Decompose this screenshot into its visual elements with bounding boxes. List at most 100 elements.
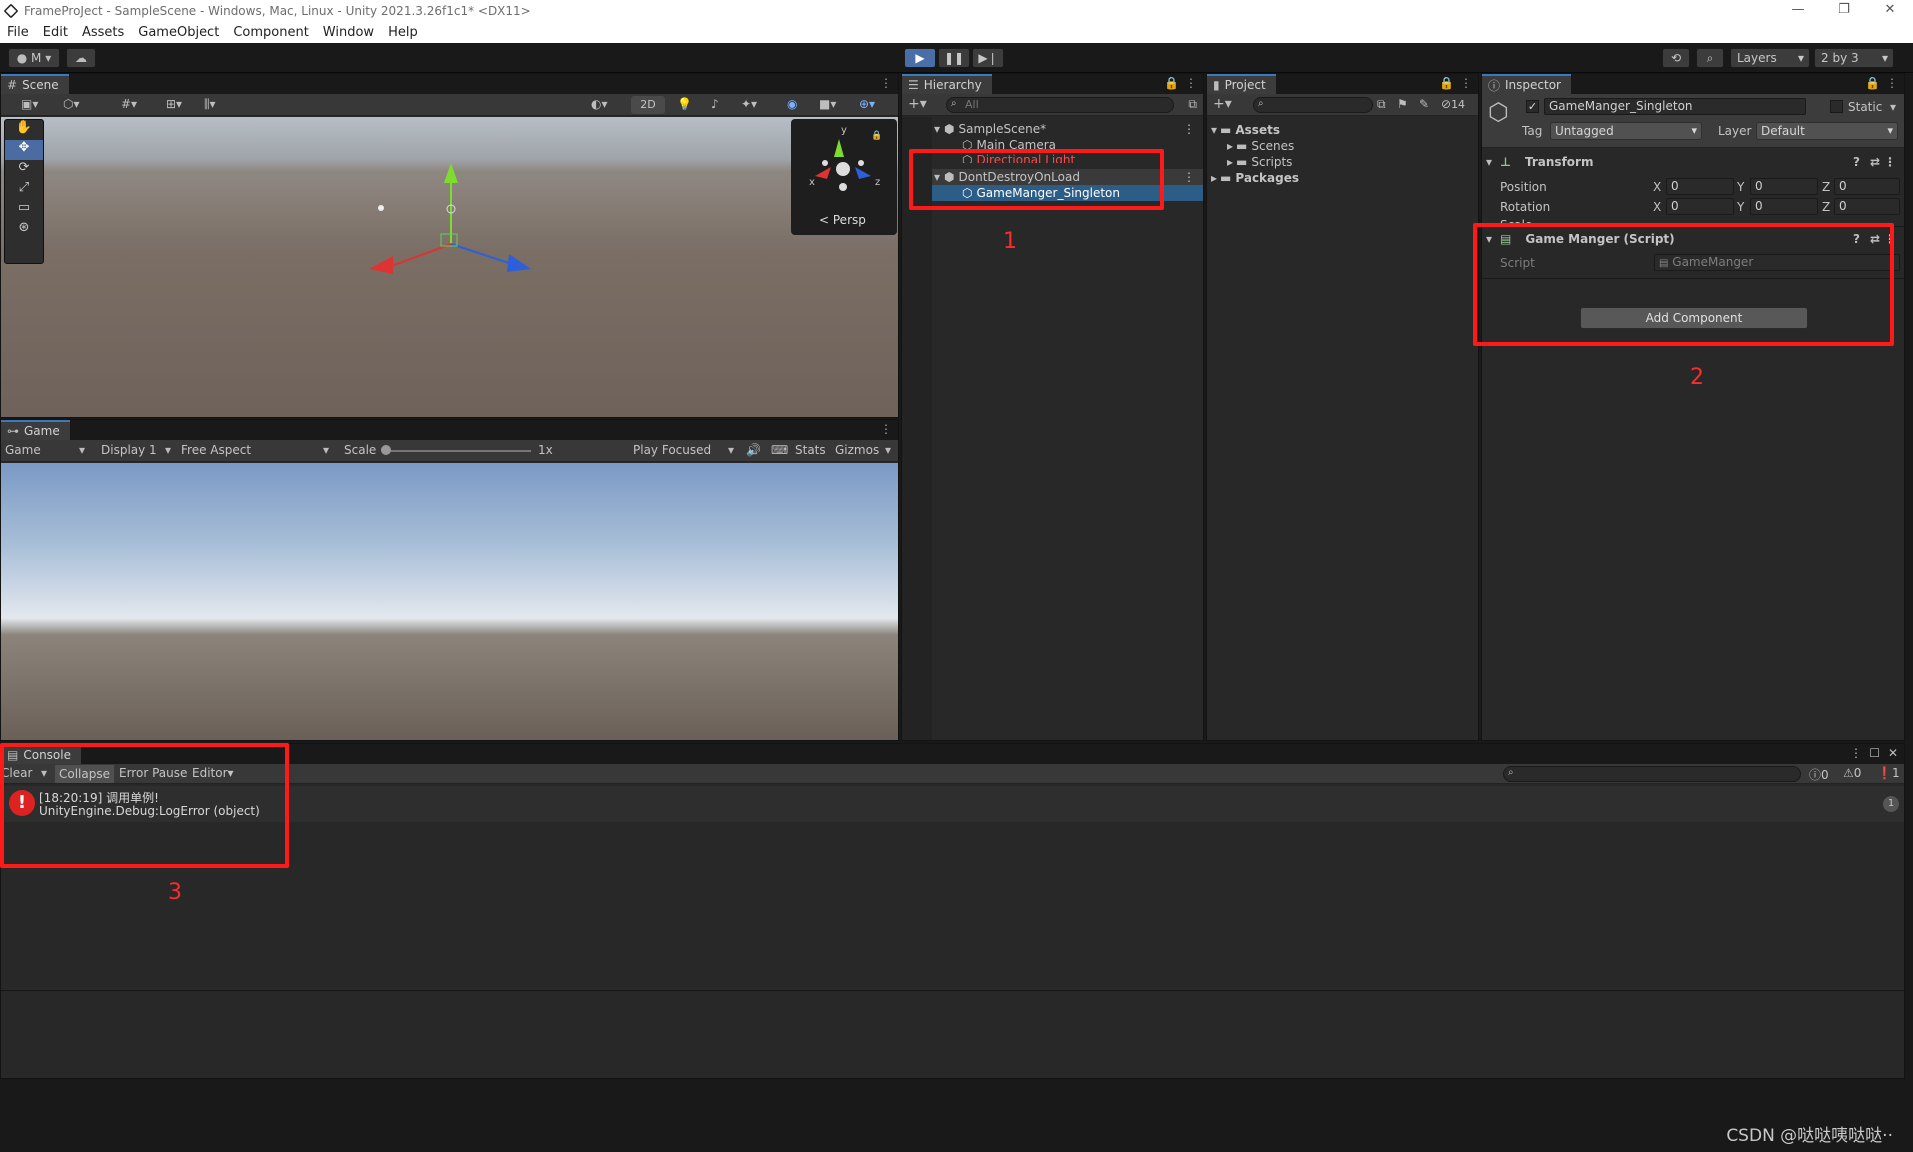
favorite-icon[interactable]: ✎ [1419,97,1429,111]
transform-pivot-icon[interactable]: ⬡▾ [63,97,80,111]
list-item[interactable]: ⬡ Main Camera [962,137,1056,153]
rotation-x-field[interactable]: 0 [1666,198,1734,215]
lock-icon[interactable]: 🔒 [1439,76,1454,90]
tag-dropdown[interactable]: Untagged [1550,122,1702,140]
clear-dropdown-icon[interactable]: ▾ [41,766,47,780]
tab-hierarchy[interactable]: ☰ Hierarchy [902,74,992,94]
hierarchy-search-input[interactable]: ⌕ All [946,97,1174,113]
more-options-icon[interactable]: ⋮ [880,422,892,436]
effects-icon[interactable]: ✦▾ [741,97,757,111]
stats-button[interactable]: Stats [795,443,826,457]
visibility-icon[interactable]: ◉ [787,97,797,111]
menu-file[interactable]: File [0,25,36,40]
play-focused-dropdown[interactable]: Play Focused [633,443,711,457]
info-count-toggle[interactable]: ⓘ0 [1809,766,1829,783]
position-y-field[interactable]: 0 [1750,178,1818,195]
close-panel-icon[interactable]: ✕ [1888,746,1898,760]
tab-project[interactable]: ▮ Project [1207,74,1276,94]
static-checkbox[interactable] [1830,100,1843,113]
warning-count-toggle[interactable]: ⚠0 [1843,766,1861,780]
menu-edit[interactable]: Edit [36,25,75,40]
game-viewport[interactable] [1,463,898,740]
rotate-tool-icon[interactable]: ⟳ [5,160,43,180]
clear-button[interactable]: Clear [1,766,32,780]
gizmos-icon[interactable]: ⊕▾ [859,97,875,111]
help-icon[interactable]: ? [1853,232,1860,246]
tab-inspector[interactable]: ⓘ Inspector [1482,74,1571,94]
close-button[interactable]: ✕ [1867,0,1913,22]
console-log-entry[interactable]: ! [18:20:19] 调用单例! UnityEngine.Debug:Log… [1,786,1904,822]
menu-assets[interactable]: Assets [75,25,131,40]
scale-slider-handle[interactable] [381,445,391,455]
align-icon[interactable]: ⫼▾ [204,97,216,112]
draw-mode-icon[interactable]: ▣▾ [21,97,38,111]
tree-item[interactable]: ▸ ▬ Scenes [1227,138,1294,154]
position-x-field[interactable]: 0 [1666,178,1734,195]
step-button[interactable]: ▶❘ [972,48,1004,68]
increment-snap-icon[interactable]: ⊞▾ [166,97,182,111]
list-item[interactable]: ⬡ Directional Light [962,153,1075,163]
tree-item[interactable]: ▾ ▬ Assets [1211,122,1280,138]
search-by-label-icon[interactable]: ⚑ [1397,97,1408,111]
cloud-button[interactable]: ☁ [66,48,96,68]
more-options-icon[interactable]: ⋮ [1460,76,1472,90]
tree-item[interactable]: ▸ ▬ Scripts [1227,154,1292,170]
minimize-button[interactable]: — [1775,0,1821,22]
maximize-button[interactable]: ❐ [1821,0,1867,22]
rect-tool-icon[interactable]: ▭ [5,200,43,220]
error-pause-toggle[interactable]: Error Pause [119,766,187,780]
camera-icon[interactable]: ■▾ [819,97,836,111]
scene-viewport[interactable]: ✋ ✥ ⟳ ⤢ ▭ ⊛ y x z 🔒 < Persp [1,117,898,417]
component-menu-icon[interactable]: ⋮ [1884,232,1896,246]
list-item[interactable]: ▾ ⬢ SampleScene* ⋮ [932,121,1203,137]
presets-icon[interactable]: ⇄ [1870,155,1880,169]
active-checkbox[interactable]: ✓ [1526,100,1539,113]
rotation-z-field[interactable]: 0 [1834,198,1900,215]
rotation-y-field[interactable]: 0 [1750,198,1818,215]
display-dropdown[interactable]: Display 1 [101,443,157,457]
menu-component[interactable]: Component [226,25,315,40]
error-count-toggle[interactable]: ❗1 [1877,766,1900,780]
aspect-dropdown[interactable]: Free Aspect [181,443,251,457]
search-filter-icon[interactable]: ⧉ [1188,97,1197,112]
position-z-field[interactable]: 0 [1834,178,1900,195]
search-by-type-icon[interactable]: ⧉ [1377,97,1386,112]
script-object-field[interactable]: ▤ GameManger [1654,254,1900,271]
add-component-button[interactable]: Add Component [1580,307,1808,329]
persp-label[interactable]: < Persp [819,213,866,227]
list-item[interactable]: ⬡ GameManger_Singleton [932,185,1203,201]
play-button[interactable]: ▶ [904,48,936,68]
layer-dropdown[interactable]: Default [1756,122,1898,140]
lighting-toggle-icon[interactable]: 💡 [677,97,692,111]
tree-item[interactable]: ▸ ▬ Packages [1211,170,1299,186]
tab-scene[interactable]: # Scene [1,74,69,94]
menu-gameobject[interactable]: GameObject [131,25,226,40]
object-name-field[interactable]: GameManger_Singleton [1544,98,1806,115]
hidden-packages-toggle[interactable]: ⊘14 [1441,97,1465,111]
list-item[interactable]: ▾ ⬢ DontDestroyOnLoad ⋮ [932,169,1203,185]
account-button[interactable]: ● M ▾ [8,48,60,68]
tab-game[interactable]: ⊶ Game [1,420,70,440]
scale-slider[interactable] [385,450,531,452]
grid-snap-icon[interactable]: #▾ [121,97,137,111]
script-component-header[interactable]: ▾ ▤ Game Manger (Script) ? ⇄ ⋮ [1486,231,1902,247]
more-options-icon[interactable]: ⋮ [1886,76,1898,90]
hand-tool-icon[interactable]: ✋ [5,120,43,140]
transform-header[interactable]: ▾ ⊥ Transform ? ⇄ ⋮ [1486,154,1902,170]
more-options-icon[interactable]: ⋮ [1850,746,1862,760]
menu-help[interactable]: Help [381,25,425,40]
layout-dropdown[interactable]: 2 by 3 ▾ [1814,48,1894,68]
menu-window[interactable]: Window [316,25,381,40]
lock-icon[interactable]: 🔒 [1865,76,1880,90]
static-dropdown[interactable]: ▾ [1890,100,1896,114]
create-icon[interactable]: +▾ [908,96,927,112]
more-options-icon[interactable]: ⋮ [1185,76,1197,90]
move-tool-icon[interactable]: ✥ [5,140,43,160]
maximize-panel-icon[interactable]: ☐ [1869,746,1880,760]
scale-tool-icon[interactable]: ⤢ [5,180,43,200]
undo-history-button[interactable]: ⟲ [1662,48,1690,68]
orientation-gizmo[interactable]: y x z 🔒 < Persp [791,119,897,235]
gizomos-dropdown[interactable]: Gizmos [835,443,879,457]
2d-toggle-button[interactable]: 2D [631,96,665,114]
more-options-icon[interactable]: ⋮ [880,76,892,90]
